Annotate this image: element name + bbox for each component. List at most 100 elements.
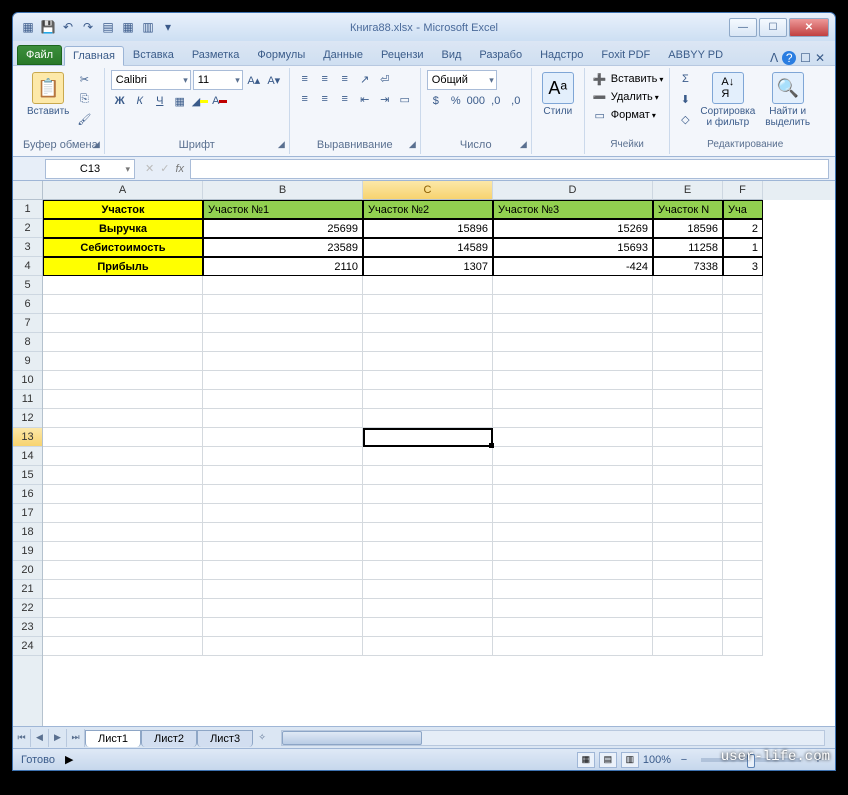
cell[interactable] — [653, 504, 723, 523]
tab-review[interactable]: Рецензи — [372, 45, 433, 65]
cell[interactable] — [363, 599, 493, 618]
align-top-icon[interactable]: ≡ — [296, 70, 314, 88]
cell[interactable]: Участок №3 — [493, 200, 653, 219]
cell[interactable] — [653, 637, 723, 656]
row-header[interactable]: 6 — [13, 295, 42, 314]
cell[interactable] — [203, 409, 363, 428]
fx-icon[interactable]: fx — [175, 163, 184, 175]
row-header[interactable]: 4 — [13, 257, 42, 276]
cell[interactable] — [493, 447, 653, 466]
cell[interactable] — [203, 523, 363, 542]
sheet-tab[interactable]: Лист1 — [85, 730, 141, 747]
cell[interactable] — [723, 618, 763, 637]
cell[interactable] — [43, 561, 203, 580]
row-header[interactable]: 9 — [13, 352, 42, 371]
cell[interactable] — [363, 485, 493, 504]
sheet-nav-prev-icon[interactable]: ◀ — [31, 729, 49, 747]
help-icon[interactable]: ? — [782, 51, 796, 65]
cell[interactable] — [493, 580, 653, 599]
comma-icon[interactable]: 000 — [467, 92, 485, 110]
cell[interactable] — [653, 447, 723, 466]
cell[interactable] — [43, 637, 203, 656]
font-name-combo[interactable]: Calibri — [111, 70, 191, 90]
grow-font-icon[interactable]: A▴ — [245, 71, 263, 89]
cell[interactable] — [723, 352, 763, 371]
cell[interactable]: 2110 — [203, 257, 363, 276]
cell[interactable] — [723, 466, 763, 485]
dialog-launcher-icon[interactable]: ◢ — [278, 139, 285, 150]
cell[interactable] — [653, 352, 723, 371]
cell[interactable] — [723, 485, 763, 504]
cell[interactable] — [493, 561, 653, 580]
row-header[interactable]: 1 — [13, 200, 42, 219]
cell[interactable]: 2 — [723, 219, 763, 238]
cell[interactable] — [653, 390, 723, 409]
cell[interactable] — [203, 352, 363, 371]
column-header[interactable]: F — [723, 181, 763, 200]
cell[interactable] — [653, 561, 723, 580]
align-middle-icon[interactable]: ≡ — [316, 70, 334, 88]
orientation-icon[interactable]: ↗ — [356, 70, 374, 88]
cell[interactable] — [203, 599, 363, 618]
cell[interactable] — [363, 618, 493, 637]
cell[interactable]: -424 — [493, 257, 653, 276]
cell[interactable] — [493, 504, 653, 523]
cell[interactable] — [653, 580, 723, 599]
cell[interactable] — [363, 295, 493, 314]
clear-icon[interactable]: ◇ — [676, 110, 694, 128]
window-close-icon[interactable]: ✕ — [815, 51, 825, 65]
cell[interactable] — [723, 637, 763, 656]
cell[interactable]: 25699 — [203, 219, 363, 238]
horizontal-scrollbar[interactable] — [281, 730, 825, 746]
find-select-button[interactable]: 🔍Найти и выделить — [761, 70, 814, 130]
maximize-button[interactable]: ☐ — [759, 18, 787, 37]
fx-accept-icon[interactable]: ✓ — [160, 162, 169, 175]
formula-input[interactable] — [190, 159, 829, 179]
cell[interactable]: Прибыль — [43, 257, 203, 276]
cell[interactable] — [363, 409, 493, 428]
cell[interactable] — [43, 295, 203, 314]
dialog-launcher-icon[interactable]: ◢ — [520, 139, 527, 150]
paste-button[interactable]: 📋Вставить — [23, 70, 73, 119]
cell[interactable] — [363, 447, 493, 466]
underline-icon[interactable]: Ч — [151, 92, 169, 110]
cell[interactable] — [43, 333, 203, 352]
cell[interactable] — [723, 390, 763, 409]
cell[interactable] — [723, 295, 763, 314]
cell[interactable]: 15896 — [363, 219, 493, 238]
row-header[interactable]: 24 — [13, 637, 42, 656]
column-header[interactable]: D — [493, 181, 653, 200]
tab-insert[interactable]: Вставка — [124, 45, 183, 65]
ribbon-min-icon[interactable]: ᐱ — [770, 51, 778, 65]
cell[interactable]: Выручка — [43, 219, 203, 238]
sort-filter-button[interactable]: А↓ЯСортировка и фильтр — [696, 70, 759, 130]
styles-button[interactable]: AᵃСтили — [538, 70, 578, 119]
row-header[interactable]: 2 — [13, 219, 42, 238]
cell[interactable] — [203, 542, 363, 561]
row-header[interactable]: 12 — [13, 409, 42, 428]
undo-icon[interactable]: ↶ — [59, 18, 77, 36]
tab-addins[interactable]: Надстро — [531, 45, 592, 65]
cell[interactable] — [653, 371, 723, 390]
tab-abbyy[interactable]: ABBYY PD — [659, 45, 732, 65]
cell[interactable] — [363, 466, 493, 485]
italic-icon[interactable]: К — [131, 92, 149, 110]
view-normal-icon[interactable]: ▦ — [577, 752, 595, 768]
shrink-font-icon[interactable]: A▾ — [265, 71, 283, 89]
cell[interactable]: Участок N — [653, 200, 723, 219]
cell[interactable] — [203, 561, 363, 580]
qat-icon[interactable]: ▥ — [139, 18, 157, 36]
cell[interactable] — [43, 314, 203, 333]
cell[interactable] — [493, 352, 653, 371]
column-header[interactable]: B — [203, 181, 363, 200]
indent-dec-icon[interactable]: ⇤ — [356, 90, 374, 108]
cell[interactable] — [723, 580, 763, 599]
cell[interactable]: 7338 — [653, 257, 723, 276]
dec-decimal-icon[interactable]: ,0 — [507, 92, 525, 110]
sheet-nav-last-icon[interactable]: ⏭ — [67, 729, 85, 747]
cell[interactable] — [203, 314, 363, 333]
row-header[interactable]: 21 — [13, 580, 42, 599]
cell[interactable] — [493, 428, 653, 447]
fill-icon[interactable]: ⬇ — [676, 90, 694, 108]
cell[interactable] — [203, 390, 363, 409]
